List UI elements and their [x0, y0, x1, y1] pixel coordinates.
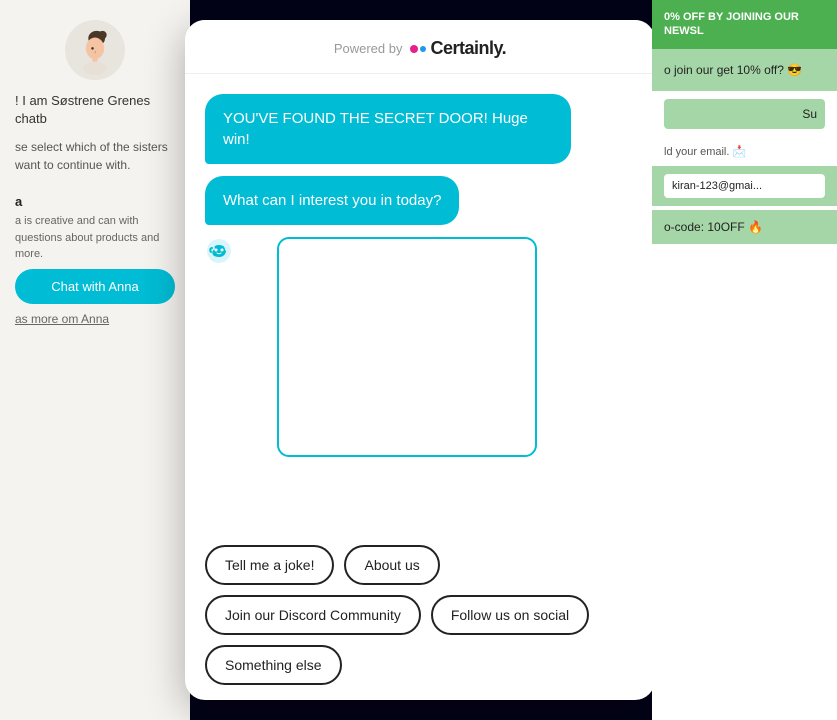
panel-header: Powered by Certainly. — [185, 20, 655, 74]
quick-reply-else[interactable]: Something else — [205, 645, 342, 685]
powered-by-label: Powered by — [334, 41, 403, 56]
quick-replies: Tell me a joke! About us Join our Discor… — [185, 535, 655, 700]
certainly-dots — [410, 45, 426, 53]
bot-message-1: YOU'VE FOUND THE SECRET DOOR! Huge win! — [205, 94, 571, 164]
quick-reply-about[interactable]: About us — [344, 545, 439, 585]
quick-reply-joke[interactable]: Tell me a joke! — [205, 545, 334, 585]
bot-avatar — [65, 20, 125, 80]
quick-reply-social[interactable]: Follow us on social — [431, 595, 589, 635]
promo-code: o-code: 10OFF 🔥 — [652, 210, 837, 244]
chat-panel: Powered by Certainly. YOU'VE FOUND THE S… — [185, 20, 655, 700]
email-input-row: ld your email. 📩 — [652, 137, 837, 166]
anna-label: a — [15, 194, 175, 209]
message-input[interactable] — [277, 237, 537, 457]
quick-reply-discord[interactable]: Join our Discord Community — [205, 595, 421, 635]
anna-description: a is creative and can with questions abo… — [15, 213, 175, 263]
input-row — [205, 237, 635, 457]
dot-pink-icon — [410, 45, 418, 53]
add-email-label: ld your email. 📩 — [664, 145, 825, 158]
bot-description: se select which of the sisters want to c… — [0, 138, 190, 174]
certainly-logo: Certainly. — [410, 38, 506, 59]
dot-blue-icon — [420, 46, 426, 52]
bot-intro: ! I am Søstrene Grenes chatb — [0, 92, 190, 128]
avatar-illustration — [70, 25, 120, 75]
subscribe-placeholder: Su — [802, 107, 817, 121]
newsletter-banner: 0% OFF BY JOINING OUR NEWSL — [652, 0, 837, 49]
avatar-container — [0, 20, 190, 80]
left-sidebar: ! I am Søstrene Grenes chatb se select w… — [0, 0, 190, 720]
newsletter-promo: o join our get 10% off? 😎 — [652, 49, 837, 91]
chat-with-anna-button[interactable]: Chat with Anna — [15, 269, 175, 304]
bot-icon-small — [205, 237, 233, 270]
right-sidebar: 0% OFF BY JOINING OUR NEWSL o join our g… — [652, 0, 837, 720]
brand-name: Certainly. — [430, 38, 506, 59]
chat-messages-area: YOU'VE FOUND THE SECRET DOOR! Huge win! … — [185, 74, 655, 535]
bot-message-2: What can I interest you in today? — [205, 176, 459, 225]
email-value: kiran-123@gmai... — [664, 174, 825, 198]
bird-icon — [205, 237, 233, 265]
see-more-link[interactable]: as more om Anna — [0, 304, 124, 334]
